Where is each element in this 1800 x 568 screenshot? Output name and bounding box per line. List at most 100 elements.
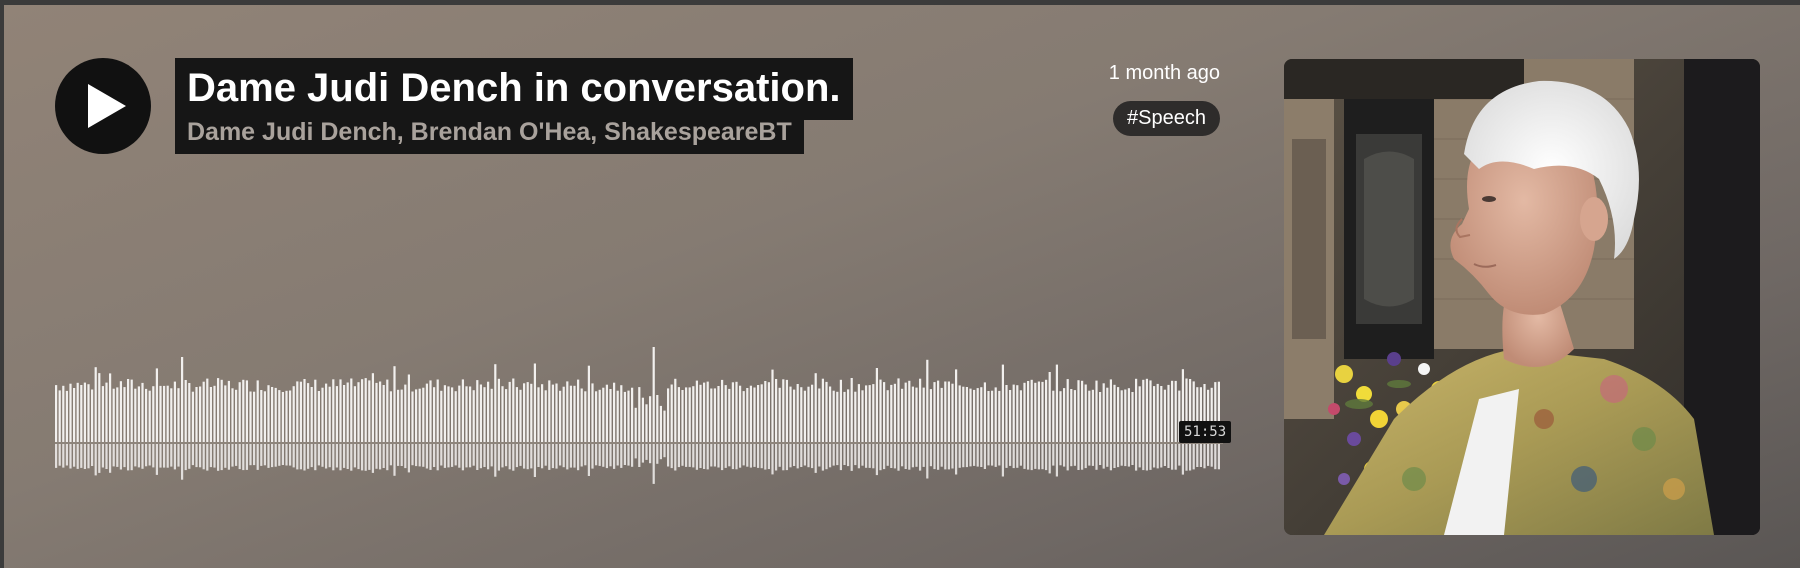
waveform-bar: [148, 390, 151, 442]
waveform-bar: [908, 380, 911, 442]
waveform-bar-reflection: [1135, 444, 1138, 471]
waveform[interactable]: [55, 337, 1223, 487]
waveform-bar-reflection: [440, 444, 443, 466]
waveform-bar-reflection: [1059, 444, 1062, 466]
waveform-bar: [670, 384, 673, 442]
waveform-bar-reflection: [814, 444, 817, 473]
waveform-bar-reflection: [134, 444, 137, 467]
waveform-bar-reflection: [634, 444, 637, 459]
waveform-bar: [803, 390, 806, 442]
waveform-bar: [1066, 379, 1069, 442]
waveform-bar: [731, 382, 734, 442]
track-title[interactable]: Dame Judi Dench in conversation.: [187, 64, 841, 112]
waveform-bar: [364, 378, 367, 442]
waveform-bar: [227, 380, 230, 442]
genre-tag[interactable]: #Speech: [1113, 101, 1220, 136]
waveform-bar-reflection: [584, 444, 587, 466]
waveform-bar-reflection: [623, 444, 626, 465]
waveform-bar-reflection: [191, 444, 194, 466]
waveform-bar: [350, 378, 353, 442]
waveform-bar-reflection: [598, 444, 601, 466]
waveform-bar-reflection: [1066, 444, 1069, 471]
waveform-bar: [253, 391, 256, 442]
waveform-bar: [472, 390, 475, 442]
waveform-bar-reflection: [850, 444, 853, 471]
waveform-bar: [620, 385, 623, 442]
waveform-bar-reflection: [163, 444, 166, 468]
waveform-bar-reflection: [1102, 444, 1105, 469]
waveform-bar-reflection: [1192, 444, 1195, 470]
waveform-bar: [645, 404, 648, 442]
waveform-bar: [663, 410, 666, 442]
waveform-bar: [289, 390, 292, 442]
waveform-bar: [901, 388, 904, 442]
waveform-bar: [976, 388, 979, 442]
waveform-bar: [1127, 388, 1130, 442]
waveform-bar: [641, 397, 644, 442]
waveform-bar-reflection: [670, 444, 673, 469]
waveform-bar: [1009, 390, 1012, 442]
waveform-bar-reflection: [242, 444, 245, 471]
waveform-bar-reflection: [569, 444, 572, 468]
waveform-bar-reflection: [620, 444, 623, 468]
waveform-bar-reflection: [1037, 444, 1040, 470]
waveform-bar: [371, 373, 374, 442]
waveform-bar: [749, 385, 752, 442]
waveform-bar: [375, 382, 378, 442]
waveform-bar-reflection: [875, 444, 878, 476]
waveform-bar-reflection: [152, 444, 155, 468]
waveform-bar-reflection: [303, 444, 306, 471]
waveform-bar-reflection: [965, 444, 968, 468]
waveform-bar: [1124, 389, 1127, 442]
waveform-bar-reflection: [361, 444, 364, 471]
waveform-bar: [681, 390, 684, 442]
waveform-bar-reflection: [523, 444, 526, 469]
waveform-bar: [1142, 379, 1145, 442]
waveform-bar-reflection: [940, 444, 943, 467]
waveform-bar: [933, 382, 936, 442]
waveform-bar-reflection: [724, 444, 727, 468]
waveform-bar-reflection: [580, 444, 583, 467]
waveform-bar: [339, 379, 342, 442]
waveform-bar: [602, 387, 605, 442]
waveform-bar: [1052, 390, 1055, 442]
waveform-bar: [1005, 385, 1008, 442]
waveform-bar-reflection: [519, 444, 522, 466]
waveform-bar: [461, 379, 464, 442]
waveform-bar: [152, 386, 155, 442]
waveform-bar: [890, 384, 893, 442]
waveform-bar-reflection: [1127, 444, 1130, 467]
waveform-bar: [638, 387, 641, 442]
waveform-bar-reflection: [609, 444, 612, 467]
waveform-bar: [523, 383, 526, 442]
waveform-bar: [159, 385, 162, 442]
waveform-bar-reflection: [1174, 444, 1177, 470]
waveform-bar-reflection: [703, 444, 706, 469]
waveform-bar: [1059, 391, 1062, 442]
track-artist[interactable]: Dame Judi Dench, Brendan O'Hea, Shakespe…: [187, 116, 792, 148]
waveform-bar: [447, 386, 450, 442]
waveform-bar-reflection: [317, 444, 320, 466]
waveform-bar-reflection: [735, 444, 738, 470]
waveform-bar-reflection: [389, 444, 392, 466]
waveform-bar: [418, 388, 421, 442]
waveform-bar: [587, 365, 590, 442]
waveform-bar: [1045, 379, 1048, 442]
waveform-bar: [832, 390, 835, 442]
waveform-bar: [591, 383, 594, 442]
waveform-bar-reflection: [1142, 444, 1145, 471]
waveform-bar: [94, 367, 97, 442]
waveform-bar: [573, 385, 576, 442]
waveform-bar: [580, 388, 583, 442]
waveform-bar: [141, 382, 144, 442]
play-button[interactable]: [55, 58, 151, 154]
waveform-bar-reflection: [843, 444, 846, 465]
waveform-bar-reflection: [278, 444, 281, 466]
waveform-bar-reflection: [289, 444, 292, 466]
waveform-bar: [685, 387, 688, 442]
waveform-bar: [865, 385, 868, 442]
play-icon: [88, 84, 126, 128]
waveform-bar-reflection: [123, 444, 126, 468]
waveform-bar: [674, 378, 677, 442]
waveform-bar-reflection: [1160, 444, 1163, 468]
